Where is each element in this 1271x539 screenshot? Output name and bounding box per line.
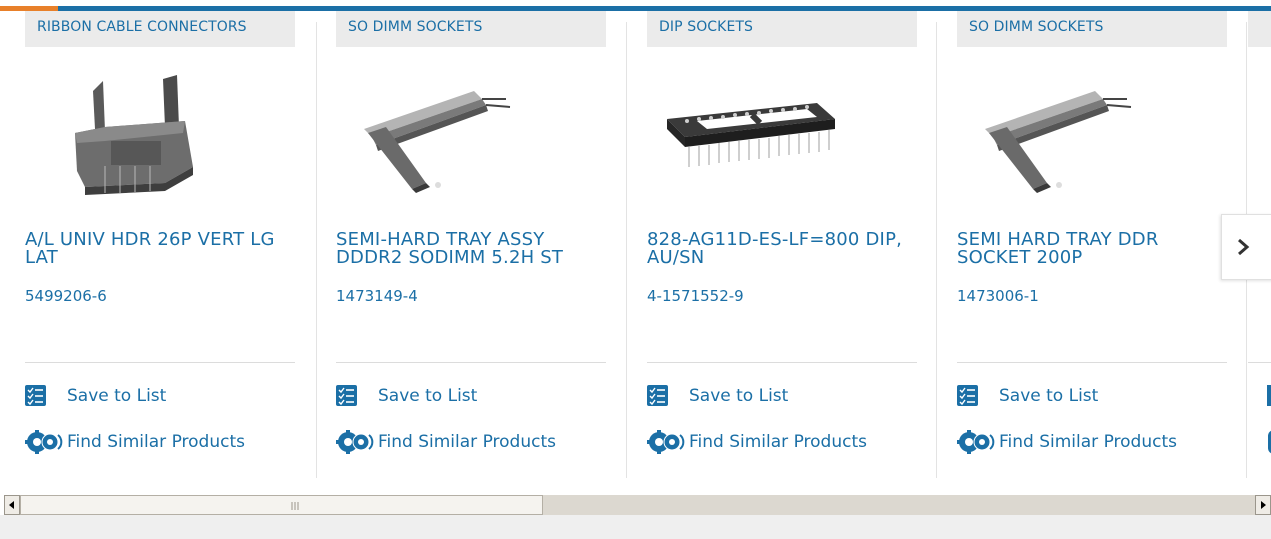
list-check-icon xyxy=(25,385,46,406)
card-separator xyxy=(957,362,1227,363)
list-check-icon xyxy=(957,385,978,406)
part-number-link[interactable]: 1473149-4 xyxy=(336,287,418,305)
find-similar-products-label: Find Similar Products xyxy=(999,432,1177,452)
find-similar-products-label: Find Similar Products xyxy=(378,432,556,452)
card-divider xyxy=(626,22,627,478)
product-category[interactable]: SO DIMM SOCKETS xyxy=(957,11,1227,47)
horizontal-scrollbar[interactable] xyxy=(4,495,1271,515)
product-card: DIP SOCKETS 828-AG11D-ES-LF=800 DIP, AU/… xyxy=(647,11,929,467)
gears-icon xyxy=(957,430,995,454)
save-to-list-label: Save to List xyxy=(999,385,1099,406)
product-title-link[interactable]: SEMI HARD TRAY DDR SOCKET 200P xyxy=(957,231,1227,267)
card-separator xyxy=(1248,362,1271,363)
product-category[interactable]: RIBBON CABLE CONNECTORS xyxy=(25,11,295,47)
save-to-list-label: Save to List xyxy=(378,385,478,406)
product-card: SO DIMM SOCKETS SEMI-HARD TRAY ASSY DDDR… xyxy=(336,11,618,467)
product-card: RIBBON CABLE CONNECTORS A/L UNIV HDR 26P… xyxy=(25,11,307,467)
chevron-right-icon xyxy=(1238,238,1250,256)
product-image-sodimm-socket[interactable] xyxy=(977,71,1177,201)
product-title-link[interactable]: 828-AG11D-ES-LF=800 DIP, AU/SN xyxy=(647,231,917,267)
card-divider xyxy=(316,22,317,478)
product-title-link[interactable]: SEMI-HARD TRAY ASSY DDDR2 SODIMM 5.2H ST xyxy=(336,231,606,267)
save-to-list-button[interactable]: Save to List xyxy=(25,385,166,406)
gears-icon xyxy=(647,430,685,454)
product-category[interactable] xyxy=(1248,11,1271,47)
carousel-next-button[interactable] xyxy=(1221,214,1271,280)
find-similar-products-label: Find Similar Products xyxy=(689,432,867,452)
find-similar-products-button[interactable]: Find Similar Products xyxy=(647,430,867,454)
card-divider xyxy=(936,22,937,478)
card-separator xyxy=(647,362,917,363)
scroll-right-button[interactable] xyxy=(1255,495,1271,515)
product-image-sodimm-socket[interactable] xyxy=(356,71,556,201)
save-to-list-label: Save to List xyxy=(67,385,167,406)
scrollbar-thumb[interactable] xyxy=(20,495,543,515)
find-similar-products-button[interactable]: Find Similar Products xyxy=(957,430,1177,454)
bottom-blank-area xyxy=(0,515,1271,539)
gears-icon xyxy=(336,430,374,454)
part-number-link[interactable]: 4-1571552-9 xyxy=(647,287,744,305)
card-separator xyxy=(25,362,295,363)
gears-icon xyxy=(25,430,63,454)
triangle-left-icon xyxy=(9,501,14,509)
list-check-icon xyxy=(647,385,668,406)
find-similar-products-label: Find Similar Products xyxy=(67,432,245,452)
triangle-right-icon xyxy=(1261,501,1266,509)
product-title-link[interactable]: A/L UNIV HDR 26P VERT LG LAT xyxy=(25,231,295,267)
product-image-ribbon-connector[interactable] xyxy=(45,71,245,201)
scroll-left-button[interactable] xyxy=(4,495,20,515)
list-check-icon xyxy=(1267,385,1271,406)
save-to-list-button[interactable]: Save to List xyxy=(336,385,477,406)
product-card: SO DIMM SOCKETS SEMI HARD TRAY DDR SOCKE… xyxy=(957,11,1239,467)
product-carousel: RIBBON CABLE CONNECTORS A/L UNIV HDR 26P… xyxy=(0,11,1271,486)
save-to-list-button[interactable]: Save to List xyxy=(957,385,1098,406)
part-number-link[interactable]: 1473006-1 xyxy=(957,287,1039,305)
product-category[interactable]: DIP SOCKETS xyxy=(647,11,917,47)
grip-icon xyxy=(291,502,299,510)
part-number-link[interactable]: 5499206-6 xyxy=(25,287,107,305)
find-similar-products-button[interactable]: Find Similar Products xyxy=(25,430,245,454)
card-separator xyxy=(336,362,606,363)
product-image-dip-socket[interactable] xyxy=(667,71,867,201)
list-check-icon xyxy=(336,385,357,406)
save-to-list-label: Save to List xyxy=(689,385,789,406)
product-category[interactable]: SO DIMM SOCKETS xyxy=(336,11,606,47)
save-to-list-button[interactable]: Save to List xyxy=(647,385,788,406)
find-similar-products-button[interactable]: Find Similar Products xyxy=(336,430,556,454)
